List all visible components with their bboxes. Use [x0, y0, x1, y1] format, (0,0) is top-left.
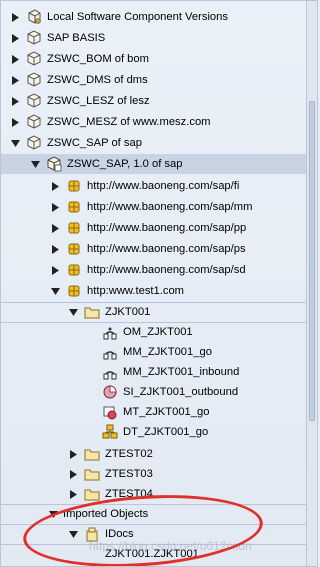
expand-triangle-icon[interactable] — [49, 197, 61, 217]
expand-triangle-icon[interactable] — [9, 49, 21, 69]
expand-triangle-icon[interactable] — [9, 28, 21, 48]
tree-node-label: SI_ZJKT001_outbound — [123, 386, 239, 398]
tree-node-label: Local Software Component Versions — [47, 11, 228, 23]
expand-triangle-icon[interactable] — [9, 91, 21, 111]
expand-triangle-icon[interactable] — [49, 218, 61, 238]
tree-node-namespace-test1[interactable]: http:www.test1.com — [49, 281, 317, 301]
folder-icon — [83, 485, 101, 503]
software-component-version-icon — [45, 155, 63, 173]
tree-node-zswc-dms[interactable]: ZSWC_DMS of dms — [9, 70, 315, 90]
cube-icon — [25, 92, 43, 110]
tree-node-zswc-lesz[interactable]: ZSWC_LESZ of lesz — [9, 91, 315, 111]
scrollbar-thumb[interactable] — [309, 101, 315, 421]
tree-node-label: MM_ZJKT001_inbound — [123, 366, 240, 378]
namespace-icon — [65, 240, 83, 258]
tree-node-label: SAP BASIS — [47, 32, 106, 44]
expand-triangle-icon[interactable] — [49, 239, 61, 259]
tree-node-message-mapping-go[interactable]: MM_ZJKT001_go — [101, 342, 317, 362]
collapse-triangle-icon[interactable] — [49, 281, 61, 301]
collapse-triangle-icon[interactable] — [67, 524, 79, 544]
message-type-icon — [101, 403, 119, 421]
software-component-icon — [25, 8, 43, 26]
tree-node-label: http://www.baoneng.com/sap/ps — [87, 243, 246, 255]
watermark: https://blog.csdn.net/u012csdn — [89, 539, 252, 553]
tree-node-label: ZSWC_LESZ of lesz — [47, 95, 150, 107]
cube-icon — [25, 113, 43, 131]
tree-node-label: Imported Objects — [63, 508, 149, 520]
tree-node-label: http://www.baoneng.com/sap/mm — [87, 201, 253, 213]
tree-node-zswc-bom[interactable]: ZSWC_BOM of bom — [9, 49, 315, 69]
tree-node-label: ZTEST03 — [105, 468, 153, 480]
expand-triangle-icon[interactable] — [49, 260, 61, 280]
tree-node-folder-ztest02[interactable]: ZTEST02 — [67, 444, 317, 464]
folder-icon — [83, 465, 101, 483]
tree-node-message-mapping-inbound[interactable]: MM_ZJKT001_inbound — [101, 362, 317, 382]
collapse-triangle-icon[interactable] — [67, 302, 79, 322]
tree-node-label: ZSWC_SAP of sap — [47, 137, 142, 149]
tree-node-label: MT_ZJKT001_go — [123, 406, 210, 418]
tree-node-namespace-ps[interactable]: http://www.baoneng.com/sap/ps — [49, 239, 317, 259]
tree-node-label: http:www.test1.com — [87, 285, 184, 297]
namespace-icon — [65, 282, 83, 300]
expand-triangle-icon[interactable] — [67, 484, 79, 504]
tree-node-label: http://www.baoneng.com/sap/sd — [87, 264, 246, 276]
namespace-icon — [65, 261, 83, 279]
tree-node-zswc-sap-version[interactable]: ZSWC_SAP, 1.0 of sap — [1, 154, 308, 174]
tree-node-operation-mapping[interactable]: OM_ZJKT001 — [101, 322, 317, 342]
tree-node-label: ZSWC_MESZ of www.mesz.com — [47, 116, 211, 128]
tree-node-label: ZTEST02 — [105, 448, 153, 460]
namespace-icon — [65, 219, 83, 237]
tree-node-namespace-pp[interactable]: http://www.baoneng.com/sap/pp — [49, 218, 317, 238]
operation-mapping-icon — [101, 323, 119, 341]
expand-triangle-icon[interactable] — [67, 464, 79, 484]
folder-icon — [83, 445, 101, 463]
expand-triangle-icon[interactable] — [9, 112, 21, 132]
cube-icon — [25, 50, 43, 68]
cube-icon — [25, 134, 43, 152]
cube-icon — [25, 29, 43, 47]
tree-node-namespace-sd[interactable]: http://www.baoneng.com/sap/sd — [49, 260, 317, 280]
namespace-icon — [65, 198, 83, 216]
expand-triangle-icon[interactable] — [9, 70, 21, 90]
tree-node-label: http://www.baoneng.com/sap/pp — [87, 222, 247, 234]
collapse-triangle-icon[interactable] — [9, 133, 21, 153]
tree-node-folder-ztest04[interactable]: ZTEST04 — [67, 484, 317, 504]
tree-node-sap-basis[interactable]: SAP BASIS — [9, 28, 315, 48]
tree-node-label: MM_ZJKT001_go — [123, 346, 212, 358]
tree-node-label: ZSWC_BOM of bom — [47, 53, 149, 65]
tree-node-zswc-sap[interactable]: ZSWC_SAP of sap — [9, 133, 315, 153]
tree-node-label: http://www.baoneng.com/sap/fi — [87, 180, 240, 192]
tree-node-local-swcv[interactable]: Local Software Component Versions — [9, 7, 315, 27]
tree-node-service-interface[interactable]: SI_ZJKT001_outbound — [101, 382, 317, 402]
collapse-triangle-icon[interactable] — [29, 154, 41, 174]
tree-node-namespace-fi[interactable]: http://www.baoneng.com/sap/fi — [49, 176, 317, 196]
service-interface-icon — [101, 383, 119, 401]
namespace-icon — [65, 177, 83, 195]
cube-icon — [25, 71, 43, 89]
tree-node-namespace-mm[interactable]: http://www.baoneng.com/sap/mm — [49, 197, 317, 217]
expand-triangle-icon[interactable] — [67, 444, 79, 464]
tree-node-label: OM_ZJKT001 — [123, 326, 193, 338]
tree-node-label: ZSWC_DMS of dms — [47, 74, 148, 86]
expand-triangle-icon[interactable] — [49, 176, 61, 196]
tree-node-label: ZJKT001 — [105, 306, 151, 318]
object-tree-panel: Local Software Component Versions SAP BA… — [0, 0, 318, 567]
tree-node-message-type[interactable]: MT_ZJKT001_go — [101, 402, 317, 422]
tree-node-folder-ztest03[interactable]: ZTEST03 — [67, 464, 317, 484]
message-mapping-icon — [101, 343, 119, 361]
folder-icon — [83, 303, 101, 321]
tree-node-zswc-mesz[interactable]: ZSWC_MESZ of www.mesz.com — [9, 112, 315, 132]
tree-node-label: ZTEST04 — [105, 488, 153, 500]
data-type-icon — [101, 423, 119, 441]
collapse-triangle-icon[interactable] — [47, 504, 59, 524]
tree-node-folder-zjkt001[interactable]: ZJKT001 — [67, 302, 317, 322]
vertical-scrollbar[interactable] — [306, 1, 317, 566]
expand-triangle-icon[interactable] — [9, 7, 21, 27]
tree-node-data-type[interactable]: DT_ZJKT001_go — [101, 422, 317, 442]
message-mapping-icon — [101, 363, 119, 381]
tree-node-imported-objects[interactable]: Imported Objects — [47, 504, 317, 524]
tree-node-label: DT_ZJKT001_go — [123, 426, 209, 438]
tree-node-label: ZSWC_SAP, 1.0 of sap — [67, 158, 183, 170]
